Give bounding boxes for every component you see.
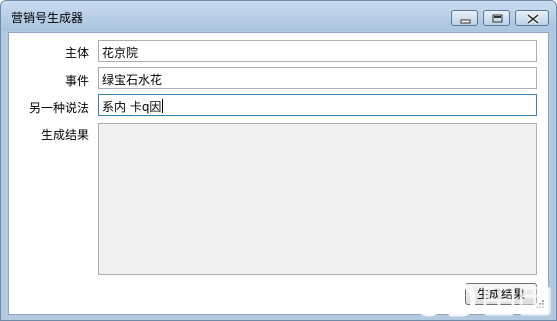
- watermark-logo: [416, 283, 551, 317]
- result-textarea[interactable]: [98, 123, 537, 275]
- event-field[interactable]: 绿宝石水花: [98, 67, 537, 89]
- close-button[interactable]: [515, 10, 549, 26]
- result-label: 生成结果: [40, 128, 89, 142]
- window-title: 营销号生成器: [11, 11, 84, 25]
- subject-field[interactable]: 花京院: [98, 40, 537, 62]
- maximize-button[interactable]: [483, 10, 510, 26]
- subject-label: 主体: [64, 46, 89, 60]
- alias-label: 另一种说法: [28, 101, 89, 115]
- close-icon: [526, 13, 540, 25]
- text-caret: [162, 99, 164, 113]
- minimize-icon: [460, 19, 471, 24]
- title-bar[interactable]: 营销号生成器: [1, 1, 556, 31]
- form-panel: 主体 花京院 事件 绿宝石水花 另一种说法 系内 卡q因 生成结果 生成结果: [8, 32, 549, 315]
- subject-value: 花京院: [102, 46, 139, 60]
- alias-field[interactable]: 系内 卡q因: [98, 94, 537, 116]
- minimize-button[interactable]: [451, 10, 478, 26]
- alias-value: 系内 卡q因: [102, 100, 162, 114]
- event-value: 绿宝石水花: [102, 73, 163, 87]
- maximize-icon: [492, 14, 503, 23]
- event-label: 事件: [64, 74, 89, 88]
- app-window: 营销号生成器 主体 花京院 事件 绿宝石水花 另一种说法 系内 卡q因 生成结果…: [0, 0, 557, 321]
